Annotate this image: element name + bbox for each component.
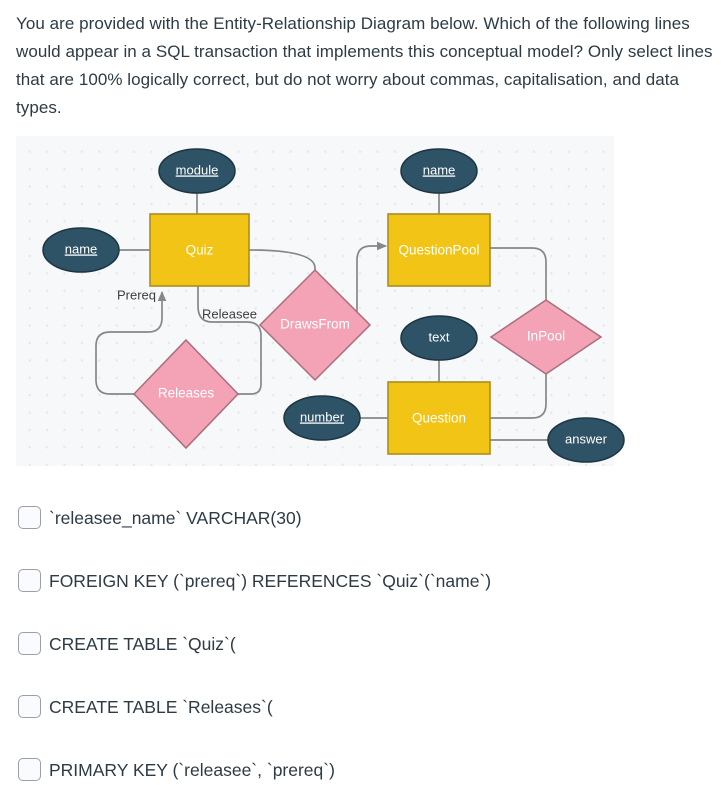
option-row-4[interactable]: CREATE TABLE `Releases`( bbox=[0, 675, 721, 738]
attribute-question-answer-label: answer bbox=[565, 431, 608, 446]
attribute-quiz-module: module bbox=[158, 148, 236, 194]
option-label-5: PRIMARY KEY (`releasee`, `prereq`) bbox=[49, 759, 335, 780]
entity-question-label: Question bbox=[412, 411, 466, 426]
attribute-questionpool-name-label: name bbox=[423, 162, 456, 177]
option-checkbox-2[interactable] bbox=[18, 569, 41, 592]
attribute-question-number: number bbox=[283, 395, 361, 441]
option-label-1: `releasee_name` VARCHAR(30) bbox=[49, 507, 302, 528]
entity-quiz: Quiz bbox=[149, 213, 250, 287]
relationship-inpool-label: InPool bbox=[527, 329, 565, 344]
attribute-questionpool-name: name bbox=[400, 148, 478, 194]
relationship-drawsfrom-label: DrawsFrom bbox=[280, 317, 350, 332]
er-diagram-canvas: Releases DrawsFrom InPool Quiz QuestionP… bbox=[42, 148, 625, 463]
attribute-quiz-name: name bbox=[42, 227, 120, 273]
entity-question: Question bbox=[387, 381, 491, 455]
edge-inpool-question bbox=[490, 374, 547, 419]
attribute-question-answer: answer bbox=[547, 417, 625, 463]
option-row-5[interactable]: PRIMARY KEY (`releasee`, `prereq`) bbox=[0, 738, 721, 801]
attribute-question-text-label: text bbox=[429, 329, 450, 344]
question-stem: You are provided with the Entity-Relatio… bbox=[16, 14, 713, 117]
relationship-drawsfrom: DrawsFrom bbox=[258, 268, 372, 382]
edge-label-releasee: Releasee bbox=[202, 306, 257, 321]
option-row-3[interactable]: CREATE TABLE `Quiz`( bbox=[0, 612, 721, 675]
edge-questionpool-inpool bbox=[490, 247, 547, 300]
relationship-releases: Releases bbox=[132, 338, 240, 450]
option-checkbox-1[interactable] bbox=[18, 506, 41, 529]
attribute-question-number-label: number bbox=[300, 409, 345, 424]
er-diagram: Releases DrawsFrom InPool Quiz QuestionP… bbox=[16, 136, 625, 466]
option-checkbox-4[interactable] bbox=[18, 695, 41, 718]
relationship-inpool: InPool bbox=[489, 299, 603, 375]
option-row-2[interactable]: FOREIGN KEY (`prereq`) REFERENCES `Quiz`… bbox=[0, 549, 721, 612]
option-checkbox-5[interactable] bbox=[18, 758, 41, 781]
option-label-2: FOREIGN KEY (`prereq`) REFERENCES `Quiz`… bbox=[49, 570, 492, 591]
relationship-releases-label: Releases bbox=[158, 386, 215, 401]
option-checkbox-3[interactable] bbox=[18, 632, 41, 655]
answer-options-list: `releasee_name` VARCHAR(30) FOREIGN KEY … bbox=[0, 486, 721, 801]
attribute-quiz-module-label: module bbox=[176, 162, 219, 177]
entity-questionpool: QuestionPool bbox=[387, 213, 491, 287]
option-label-3: CREATE TABLE `Quiz`( bbox=[49, 633, 236, 654]
entity-quiz-label: Quiz bbox=[186, 243, 214, 258]
option-row-1[interactable]: `releasee_name` VARCHAR(30) bbox=[0, 486, 721, 549]
attribute-quiz-name-label: name bbox=[65, 241, 98, 256]
option-label-4: CREATE TABLE `Releases`( bbox=[49, 696, 273, 717]
edge-label-prereq: Prereq bbox=[117, 287, 156, 302]
entity-questionpool-label: QuestionPool bbox=[398, 243, 479, 258]
attribute-question-text: text bbox=[400, 315, 478, 361]
